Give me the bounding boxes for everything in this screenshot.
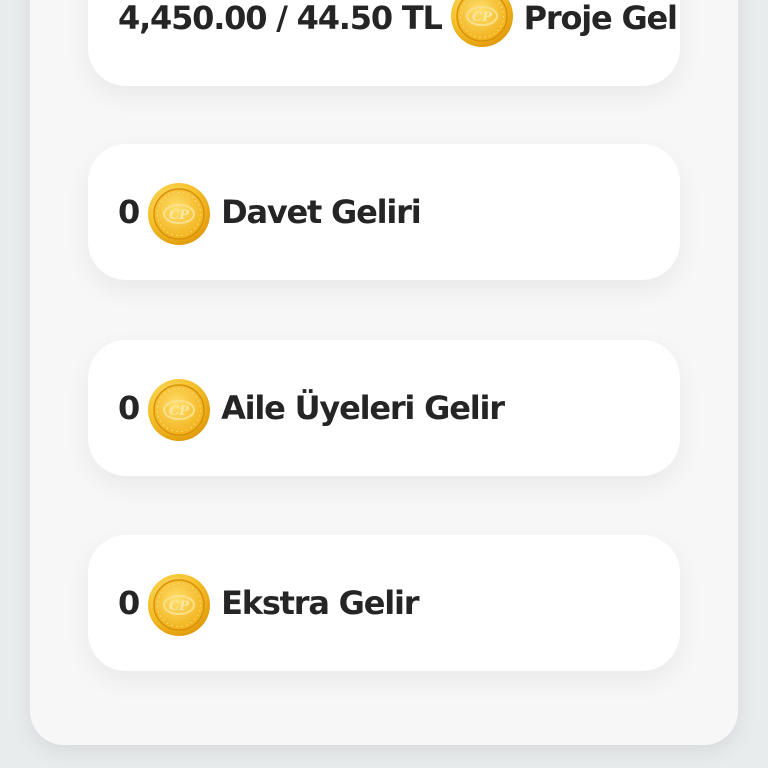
income-label: Aile Üyeleri Gelir	[221, 389, 505, 427]
income-label: Ekstra Gelir	[221, 584, 419, 622]
income-amount: 4,450.00 / 44.50 TL	[118, 0, 443, 37]
cp-coin-icon	[147, 573, 211, 637]
income-label: Davet Geliri	[221, 193, 422, 231]
income-card-extra[interactable]: 0 Ekstra Gelir	[88, 535, 680, 671]
income-card-project[interactable]: 4,450.00 / 44.50 TL Proje Gel	[88, 0, 680, 86]
income-amount: 0	[118, 389, 140, 427]
income-panel: 4,450.00 / 44.50 TL Proje Gel 0 Davet Ge…	[30, 0, 738, 745]
income-label: Proje Gel	[523, 0, 678, 37]
income-card-invite[interactable]: 0 Davet Geliri	[88, 144, 680, 280]
income-card-family[interactable]: 0 Aile Üyeleri Gelir	[88, 340, 680, 476]
cp-coin-icon	[450, 0, 514, 48]
cp-coin-icon	[147, 182, 211, 246]
income-amount: 0	[118, 193, 140, 231]
income-amount: 0	[118, 584, 140, 622]
cp-coin-icon	[147, 378, 211, 442]
